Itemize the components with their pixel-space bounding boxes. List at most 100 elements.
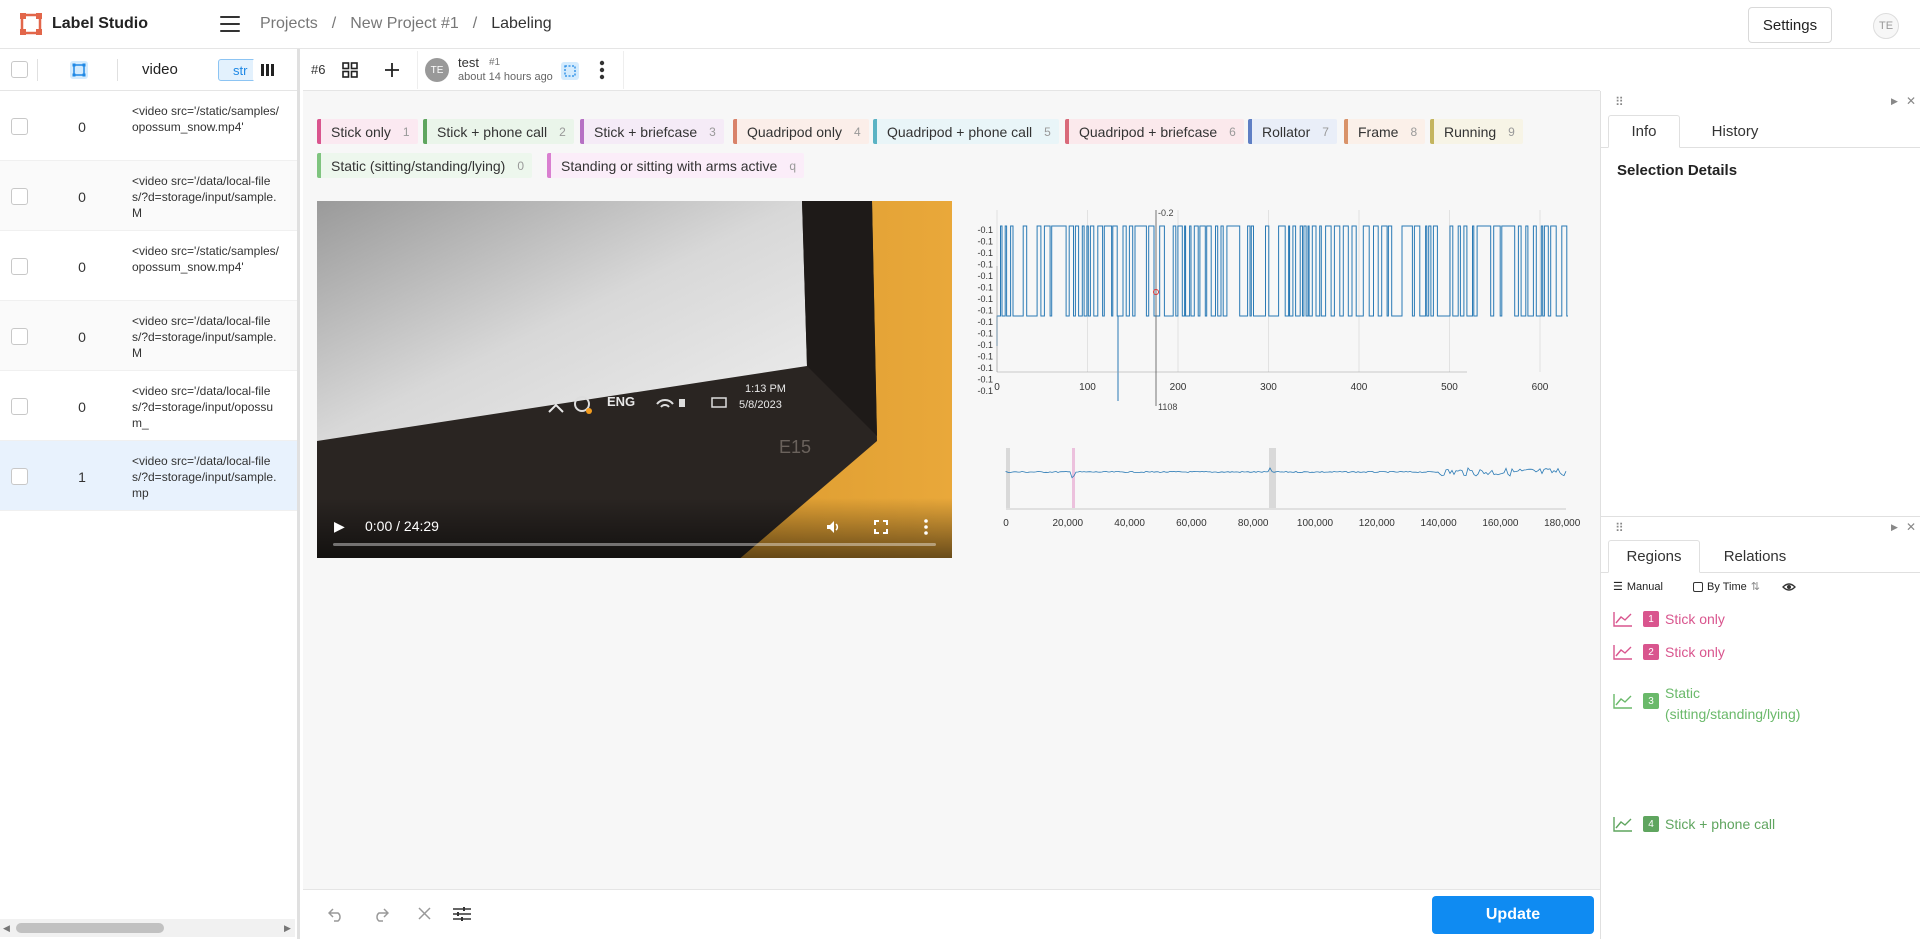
row-checkbox[interactable] — [11, 468, 28, 485]
annotation-icon[interactable] — [70, 61, 88, 79]
breadcrumb-separator: / — [331, 15, 337, 32]
plus-icon[interactable] — [385, 63, 399, 77]
table-row[interactable]: 0 <video src='/data/local-files/?d=stora… — [0, 371, 297, 441]
timeseries-region-icon — [1613, 694, 1632, 709]
label-text: Running — [1444, 123, 1497, 140]
table-row[interactable]: 0 <video src='/static/samples/opossum_sn… — [0, 231, 297, 301]
redo-icon[interactable] — [373, 906, 389, 922]
sort-manual[interactable]: ☰ Manual — [1613, 580, 1663, 594]
menu-icon[interactable] — [220, 16, 240, 32]
video-progress-bar[interactable] — [333, 543, 936, 546]
drag-handle-icon[interactable]: ⠿ — [1615, 95, 1624, 109]
label-frame[interactable]: Frame 8 — [1344, 119, 1426, 144]
video-player[interactable]: ENG 1:13 PM 5/8/2023 E15 ▶ 0:00 / 24:29 — [317, 201, 952, 558]
region-item[interactable]: 3 Static (sitting/standing/lying) — [1613, 683, 1815, 725]
horizontal-scrollbar[interactable]: ◀ ▶ — [0, 919, 295, 937]
cursor-value-top: -0.2 — [1158, 208, 1174, 218]
label-running[interactable]: Running 9 — [1430, 119, 1523, 144]
label-text: Standing or sitting with arms active — [561, 157, 778, 174]
update-button[interactable]: Update — [1432, 896, 1594, 934]
y-tick-label: -0.1 — [977, 225, 993, 235]
collapse-icon[interactable]: ▶ — [1891, 96, 1898, 107]
video-cell: <video src='/data/local-files/?d=storage… — [132, 314, 277, 360]
tab-info[interactable]: Info — [1608, 115, 1680, 148]
table-row[interactable]: 0 <video src='/static/samples/opossum_sn… — [0, 91, 297, 161]
row-checkbox[interactable] — [11, 258, 28, 275]
breadcrumb: Projects / New Project #1 / Labeling — [260, 15, 552, 33]
grid-icon[interactable] — [342, 62, 358, 78]
region-item[interactable]: 1 Stick only — [1613, 611, 1725, 627]
overlay-model: E15 — [779, 437, 811, 457]
row-checkbox[interactable] — [11, 328, 28, 345]
row-checkbox[interactable] — [11, 398, 28, 415]
hotkey: 9 — [1508, 124, 1515, 139]
region-number: 2 — [1643, 644, 1659, 660]
more-options-icon[interactable] — [599, 60, 605, 80]
label-text: Stick only — [331, 123, 391, 140]
reset-icon[interactable] — [418, 907, 431, 920]
overview-tick-label: 100,000 — [1297, 518, 1334, 529]
settings-button[interactable]: Settings — [1748, 7, 1832, 43]
hotkey: 7 — [1322, 124, 1329, 139]
timeseries-region-icon — [1613, 612, 1632, 627]
breadcrumb-projects[interactable]: Projects — [260, 15, 318, 33]
table-row-selected[interactable]: 1 <video src='/data/local-files/?d=stora… — [0, 441, 297, 511]
label-quadripod-briefcase[interactable]: Quadripod + briefcase 6 — [1065, 119, 1244, 144]
tab-relations[interactable]: Relations — [1700, 540, 1810, 573]
timeseries-chart[interactable]: -0.1-0.1-0.1-0.1-0.1-0.1-0.1-0.1-0.1-0.1… — [963, 196, 1593, 536]
tab-regions[interactable]: Regions — [1608, 540, 1700, 573]
tab-history[interactable]: History — [1680, 115, 1790, 148]
volume-icon[interactable] — [825, 519, 841, 535]
task-list-panel: video str 0 <video src='/static/samples/… — [0, 49, 300, 939]
undo-icon[interactable] — [328, 906, 344, 922]
annotator-avatar: TE — [425, 58, 449, 82]
scroll-left-icon[interactable]: ◀ — [3, 923, 10, 934]
scroll-thumb[interactable] — [16, 923, 164, 933]
column-header-video[interactable]: video — [142, 61, 178, 78]
row-checkbox[interactable] — [11, 188, 28, 205]
label-stick-only[interactable]: Stick only 1 — [317, 119, 418, 144]
video-menu-icon[interactable] — [924, 519, 928, 535]
close-panel-icon[interactable]: ✕ — [1906, 520, 1916, 534]
table-row[interactable]: 0 <video src='/data/local-files/?d=stora… — [0, 161, 297, 231]
label-stick-briefcase[interactable]: Stick + briefcase 3 — [580, 119, 724, 144]
region-label: Stick only — [1665, 644, 1725, 660]
task-id: #6 — [311, 62, 326, 77]
annotation-count: 0 — [78, 329, 86, 345]
region-select-icon[interactable] — [561, 62, 579, 80]
hotkey: 5 — [1044, 124, 1051, 139]
visibility-eye-icon[interactable] — [1782, 582, 1796, 592]
columns-icon[interactable] — [253, 58, 281, 82]
selection-details-title: Selection Details — [1617, 162, 1738, 179]
label-arms-active[interactable]: Standing or sitting with arms active q — [547, 153, 805, 178]
column-type-chip[interactable]: str — [218, 59, 258, 81]
y-tick-label: -0.1 — [977, 363, 993, 373]
sort-time-label: By Time — [1707, 580, 1747, 593]
scroll-right-icon[interactable]: ▶ — [284, 923, 291, 934]
label-quadripod-phone-call[interactable]: Quadripod + phone call 5 — [873, 119, 1059, 144]
play-icon[interactable]: ▶ — [334, 518, 345, 535]
collapse-icon[interactable]: ▶ — [1891, 522, 1898, 533]
label-stick-phone-call[interactable]: Stick + phone call 2 — [423, 119, 574, 144]
annotation-toolbar: #6 TE test #1 about 14 hours ago — [303, 49, 1600, 91]
label-rollator[interactable]: Rollator 7 — [1248, 119, 1337, 144]
logo[interactable]: Label Studio — [20, 13, 190, 35]
select-all-checkbox[interactable] — [11, 61, 28, 78]
settings-sliders-icon[interactable] — [453, 906, 471, 922]
close-panel-icon[interactable]: ✕ — [1906, 94, 1916, 108]
label-static[interactable]: Static (sitting/standing/lying) 0 — [317, 153, 532, 178]
label-text: Quadripod + briefcase — [1079, 123, 1218, 140]
breadcrumb-project[interactable]: New Project #1 — [350, 15, 459, 33]
table-row[interactable]: 0 <video src='/data/local-files/?d=stora… — [0, 301, 297, 371]
overview-tick-label: 140,000 — [1421, 518, 1458, 529]
region-item[interactable]: 4 Stick + phone call — [1613, 816, 1775, 832]
sort-by-time[interactable]: By Time ⇅ — [1693, 580, 1760, 593]
fullscreen-icon[interactable] — [874, 520, 888, 534]
region-number: 3 — [1643, 693, 1659, 709]
label-quadripod-only[interactable]: Quadripod only 4 — [733, 119, 869, 144]
region-item[interactable]: 2 Stick only — [1613, 644, 1725, 660]
user-avatar[interactable]: TE — [1873, 13, 1899, 39]
row-checkbox[interactable] — [11, 118, 28, 135]
annotation-count: 1 — [78, 469, 86, 485]
drag-handle-icon[interactable]: ⠿ — [1615, 521, 1624, 535]
